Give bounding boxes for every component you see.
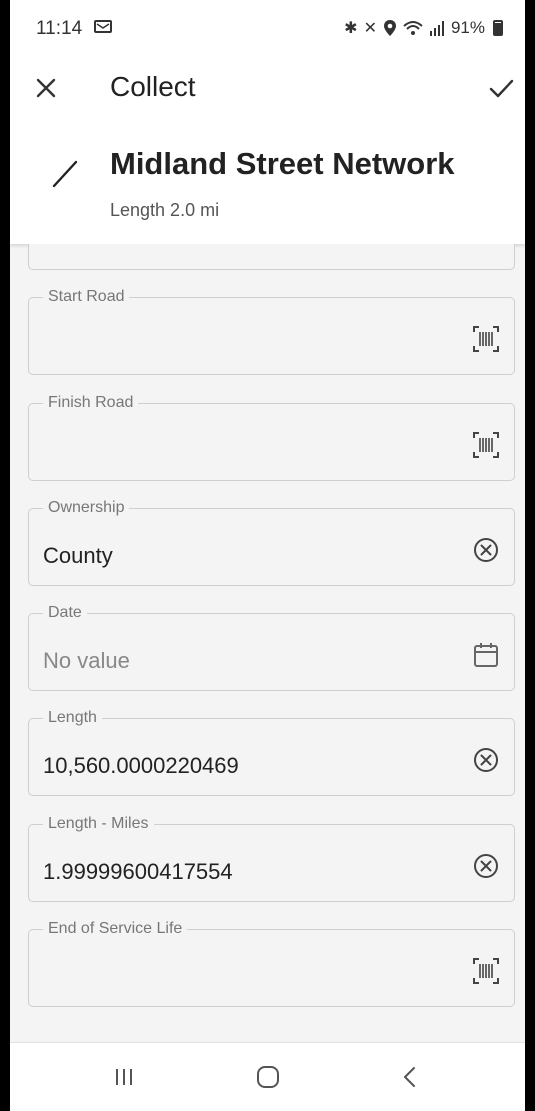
- field-value: 10,560.0000220469: [43, 753, 239, 778]
- home-icon[interactable]: [248, 1061, 288, 1093]
- close-icon[interactable]: [28, 70, 64, 106]
- feature-name: Midland Street Network: [110, 146, 455, 181]
- end-of-service-life-field[interactable]: End of Service Life: [28, 919, 515, 1007]
- message-icon: [94, 20, 112, 33]
- battery-icon: [493, 20, 503, 36]
- date-field[interactable]: Date No value: [28, 603, 515, 691]
- barcode-scan-icon[interactable]: [472, 957, 500, 985]
- clear-icon[interactable]: [472, 536, 500, 564]
- field-label: Date: [43, 603, 87, 623]
- calendar-icon[interactable]: [472, 641, 500, 669]
- field-label: Length - Miles: [43, 814, 154, 834]
- length-field[interactable]: Length 10,560.0000220469: [28, 708, 515, 796]
- field-label: Ownership: [43, 498, 130, 518]
- attribute-form: Start Road Finish Road Ownership County: [10, 244, 525, 1042]
- system-nav-bar: [10, 1042, 525, 1111]
- partial-field[interactable]: [28, 244, 515, 270]
- page-title: Collect: [110, 71, 196, 102]
- clear-icon[interactable]: [472, 852, 500, 880]
- recent-apps-icon[interactable]: [104, 1061, 144, 1093]
- length-miles-field[interactable]: Length - Miles 1.99999600417554: [28, 814, 515, 902]
- field-value: County: [43, 543, 113, 568]
- location-icon: [383, 20, 396, 36]
- app-header: Collect Midland Street Network Length 2.…: [10, 56, 525, 244]
- feature-subtitle: Length 2.0 mi: [110, 200, 220, 220]
- back-icon[interactable]: [390, 1061, 430, 1093]
- mute-icon: ✕: [363, 20, 377, 37]
- wifi-icon: [403, 21, 423, 35]
- checkmark-icon[interactable]: [483, 70, 519, 106]
- field-label: Start Road: [43, 287, 130, 307]
- phone-screen: 11:14 ✱ ✕ 91% Collect Midland Street Net…: [10, 0, 525, 1111]
- start-road-field[interactable]: Start Road: [28, 287, 515, 375]
- barcode-scan-icon[interactable]: [472, 325, 500, 353]
- line-feature-icon: [52, 160, 78, 188]
- clear-icon[interactable]: [472, 746, 500, 774]
- status-bar: 11:14 ✱ ✕ 91%: [10, 0, 525, 56]
- battery-percent: 91%: [450, 18, 485, 37]
- field-value: No value: [43, 648, 130, 673]
- bluetooth-icon: ✱: [344, 20, 358, 37]
- barcode-scan-icon[interactable]: [472, 431, 500, 459]
- finish-road-field[interactable]: Finish Road: [28, 393, 515, 481]
- signal-icon: [429, 21, 444, 36]
- ownership-field[interactable]: Ownership County: [28, 498, 515, 586]
- field-label: Finish Road: [43, 393, 139, 413]
- status-time: 11:14: [36, 18, 83, 39]
- field-label: End of Service Life: [43, 919, 188, 939]
- status-icons: ✱ ✕ 91%: [344, 18, 503, 38]
- field-value: 1.99999600417554: [43, 859, 233, 884]
- field-label: Length: [43, 708, 102, 728]
